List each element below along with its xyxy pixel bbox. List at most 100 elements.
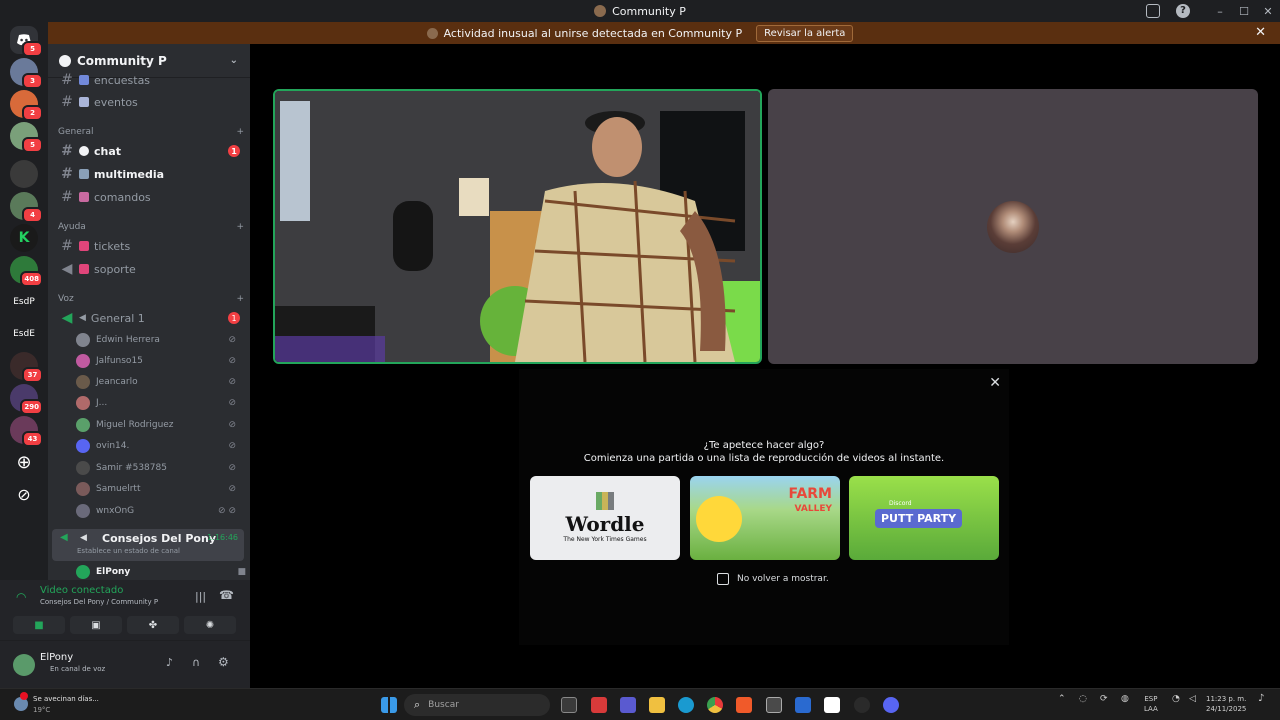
server-icon[interactable]: EsdE [10,320,38,348]
edge-icon[interactable] [678,697,694,713]
video-tile-camera[interactable] [273,89,762,364]
activity-card-wordle[interactable]: Wordle The New York Times Games [530,476,680,560]
voice-user[interactable]: Jalfunso15 ⊘ [76,351,240,371]
maximize-icon[interactable]: ☐ [1232,5,1256,18]
tray-icon[interactable]: ◍ [1121,694,1129,704]
channel-status[interactable]: Establece un estado de canal [77,547,180,555]
clock[interactable]: 11:23 p. m. 24/11/2025 [1206,694,1246,714]
discord-icon[interactable] [883,697,899,713]
obs-icon[interactable] [854,697,870,713]
speaker-icon: ◀ [60,532,68,543]
discover-icon[interactable]: ⊘ [10,480,38,508]
server-icon[interactable]: 2 [10,90,43,121]
voice-user[interactable]: Samuelrtt ⊘ [76,479,240,499]
tray-icon[interactable]: ◌ [1079,694,1087,704]
server-icon[interactable]: EsdP [10,288,38,316]
weather-text[interactable]: Se avecinan días... [33,695,99,703]
hash-icon: # [61,166,73,182]
channel-label: Consejos Del Pony [102,532,216,545]
chevron-up-icon[interactable]: ⌃ [1058,694,1066,704]
search-icon: ⌕ [414,698,421,711]
notification-badge: 3 [22,73,43,89]
voice-user[interactable]: ovin14. ⊘ [76,436,240,456]
channel-chat[interactable]: # chat 1 [56,141,244,161]
close-icon[interactable]: ✕ [1255,25,1266,40]
server-icon[interactable] [10,160,38,188]
dont-show-again[interactable]: No volver a mostrar. [717,573,829,585]
voice-user[interactable]: Jeancarlo ⊘ [76,372,240,392]
soundboard-button[interactable]: ✺ [184,616,236,634]
window-title: Community P [594,5,686,18]
close-window-icon[interactable]: ✕ [1256,5,1280,18]
app-icon[interactable] [766,697,782,713]
notification-bell-icon[interactable]: ♪ [1258,694,1264,704]
voice-channel-general-1[interactable]: ◀ ◀ General 1 1 [56,308,244,328]
capcut-icon[interactable] [824,697,840,713]
wifi-icon[interactable]: ◔ [1172,694,1180,704]
screen-share-button[interactable]: ▣ [70,616,122,634]
review-alert-button[interactable]: Revisar la alerta [756,24,854,42]
microphone-icon[interactable]: ♪ [166,656,173,669]
activity-card-farm[interactable]: FARM VALLEY [690,476,840,560]
server-icon[interactable]: 43 [10,416,43,447]
camera-button[interactable]: ■ [13,616,65,634]
app-icon[interactable] [591,697,607,713]
voice-user[interactable]: Edwin Herrera ⊘ [76,330,240,350]
channel-soporte[interactable]: ◀ soporte [56,259,244,279]
add-channel-icon[interactable]: + [236,294,244,304]
close-icon[interactable]: ✕ [989,375,1001,391]
discord-home-icon[interactable]: 5 [10,26,43,57]
activities-button[interactable]: ✤ [127,616,179,634]
signal-icon[interactable]: ◠ [16,590,26,604]
deafened-icon: ⊘ ⊘ [218,506,236,516]
dont-show-checkbox[interactable] [717,573,729,585]
disconnect-icon[interactable]: ☎ [219,588,234,602]
add-channel-icon[interactable]: + [236,222,244,232]
windows-start-icon[interactable] [381,697,397,713]
voice-user[interactable]: wnxOnG ⊘ ⊘ [76,501,240,521]
category-ayuda[interactable]: Ayuda + [58,222,244,232]
voice-user[interactable]: Samir #538785 ⊘ [76,458,240,478]
server-icon[interactable]: 3 [10,58,43,89]
add-server-icon[interactable]: ⊕ [10,448,38,476]
minimize-icon[interactable]: – [1208,5,1232,18]
noise-suppression-icon[interactable]: ||| [195,590,206,603]
server-icon[interactable]: K [10,224,38,252]
server-icon[interactable]: 408 [10,256,43,287]
headphones-icon[interactable]: ∩ [192,656,200,669]
volume-icon[interactable]: ◁ [1189,694,1196,704]
chrome-icon[interactable] [707,697,723,713]
server-icon[interactable]: 5 [10,122,43,153]
server-icon[interactable]: 290 [10,384,43,415]
voice-channel-consejos[interactable]: ◀ ◀ Consejos Del Pony 1:16:46 Establece … [52,529,244,561]
server-icon[interactable]: 37 [10,352,43,383]
chevron-down-icon[interactable]: ⌄ [230,55,238,66]
channel-comandos[interactable]: # comandos [56,187,244,207]
gear-icon[interactable]: ⚙ [218,655,229,669]
activity-card-putt-party[interactable]: Discord PUTT PARTY [849,476,999,560]
voice-user[interactable]: Miguel Rodriguez ⊘ [76,415,240,435]
brave-icon[interactable] [736,697,752,713]
channel-eventos[interactable]: # eventos [56,92,244,112]
sync-icon[interactable]: ⟳ [1100,694,1108,704]
store-icon[interactable] [795,697,811,713]
language-indicator[interactable]: ESP LAA [1144,694,1158,714]
voice-location[interactable]: Consejos Del Pony / Community P [40,598,158,606]
category-general[interactable]: General + [58,127,244,137]
inbox-icon[interactable] [1146,4,1160,18]
channel-encuestas[interactable]: # encuestas [56,70,244,90]
teams-icon[interactable] [620,697,636,713]
video-tile-avatar[interactable] [768,89,1258,364]
help-icon[interactable]: ? [1176,4,1190,18]
taskbar-search[interactable]: ⌕ Buscar [404,694,550,716]
channel-tickets[interactable]: # tickets [56,236,244,256]
category-voz[interactable]: Voz + [58,294,244,304]
voice-user[interactable]: J... ⊘ [76,393,240,413]
add-channel-icon[interactable]: + [236,127,244,137]
server-icon[interactable]: 4 [10,192,43,223]
file-explorer-icon[interactable] [649,697,665,713]
task-view-icon[interactable] [561,697,577,713]
channel-multimedia[interactable]: # multimedia [56,164,244,184]
voice-user-self[interactable]: ElPony ■ [76,562,246,582]
avatar[interactable] [13,654,35,676]
